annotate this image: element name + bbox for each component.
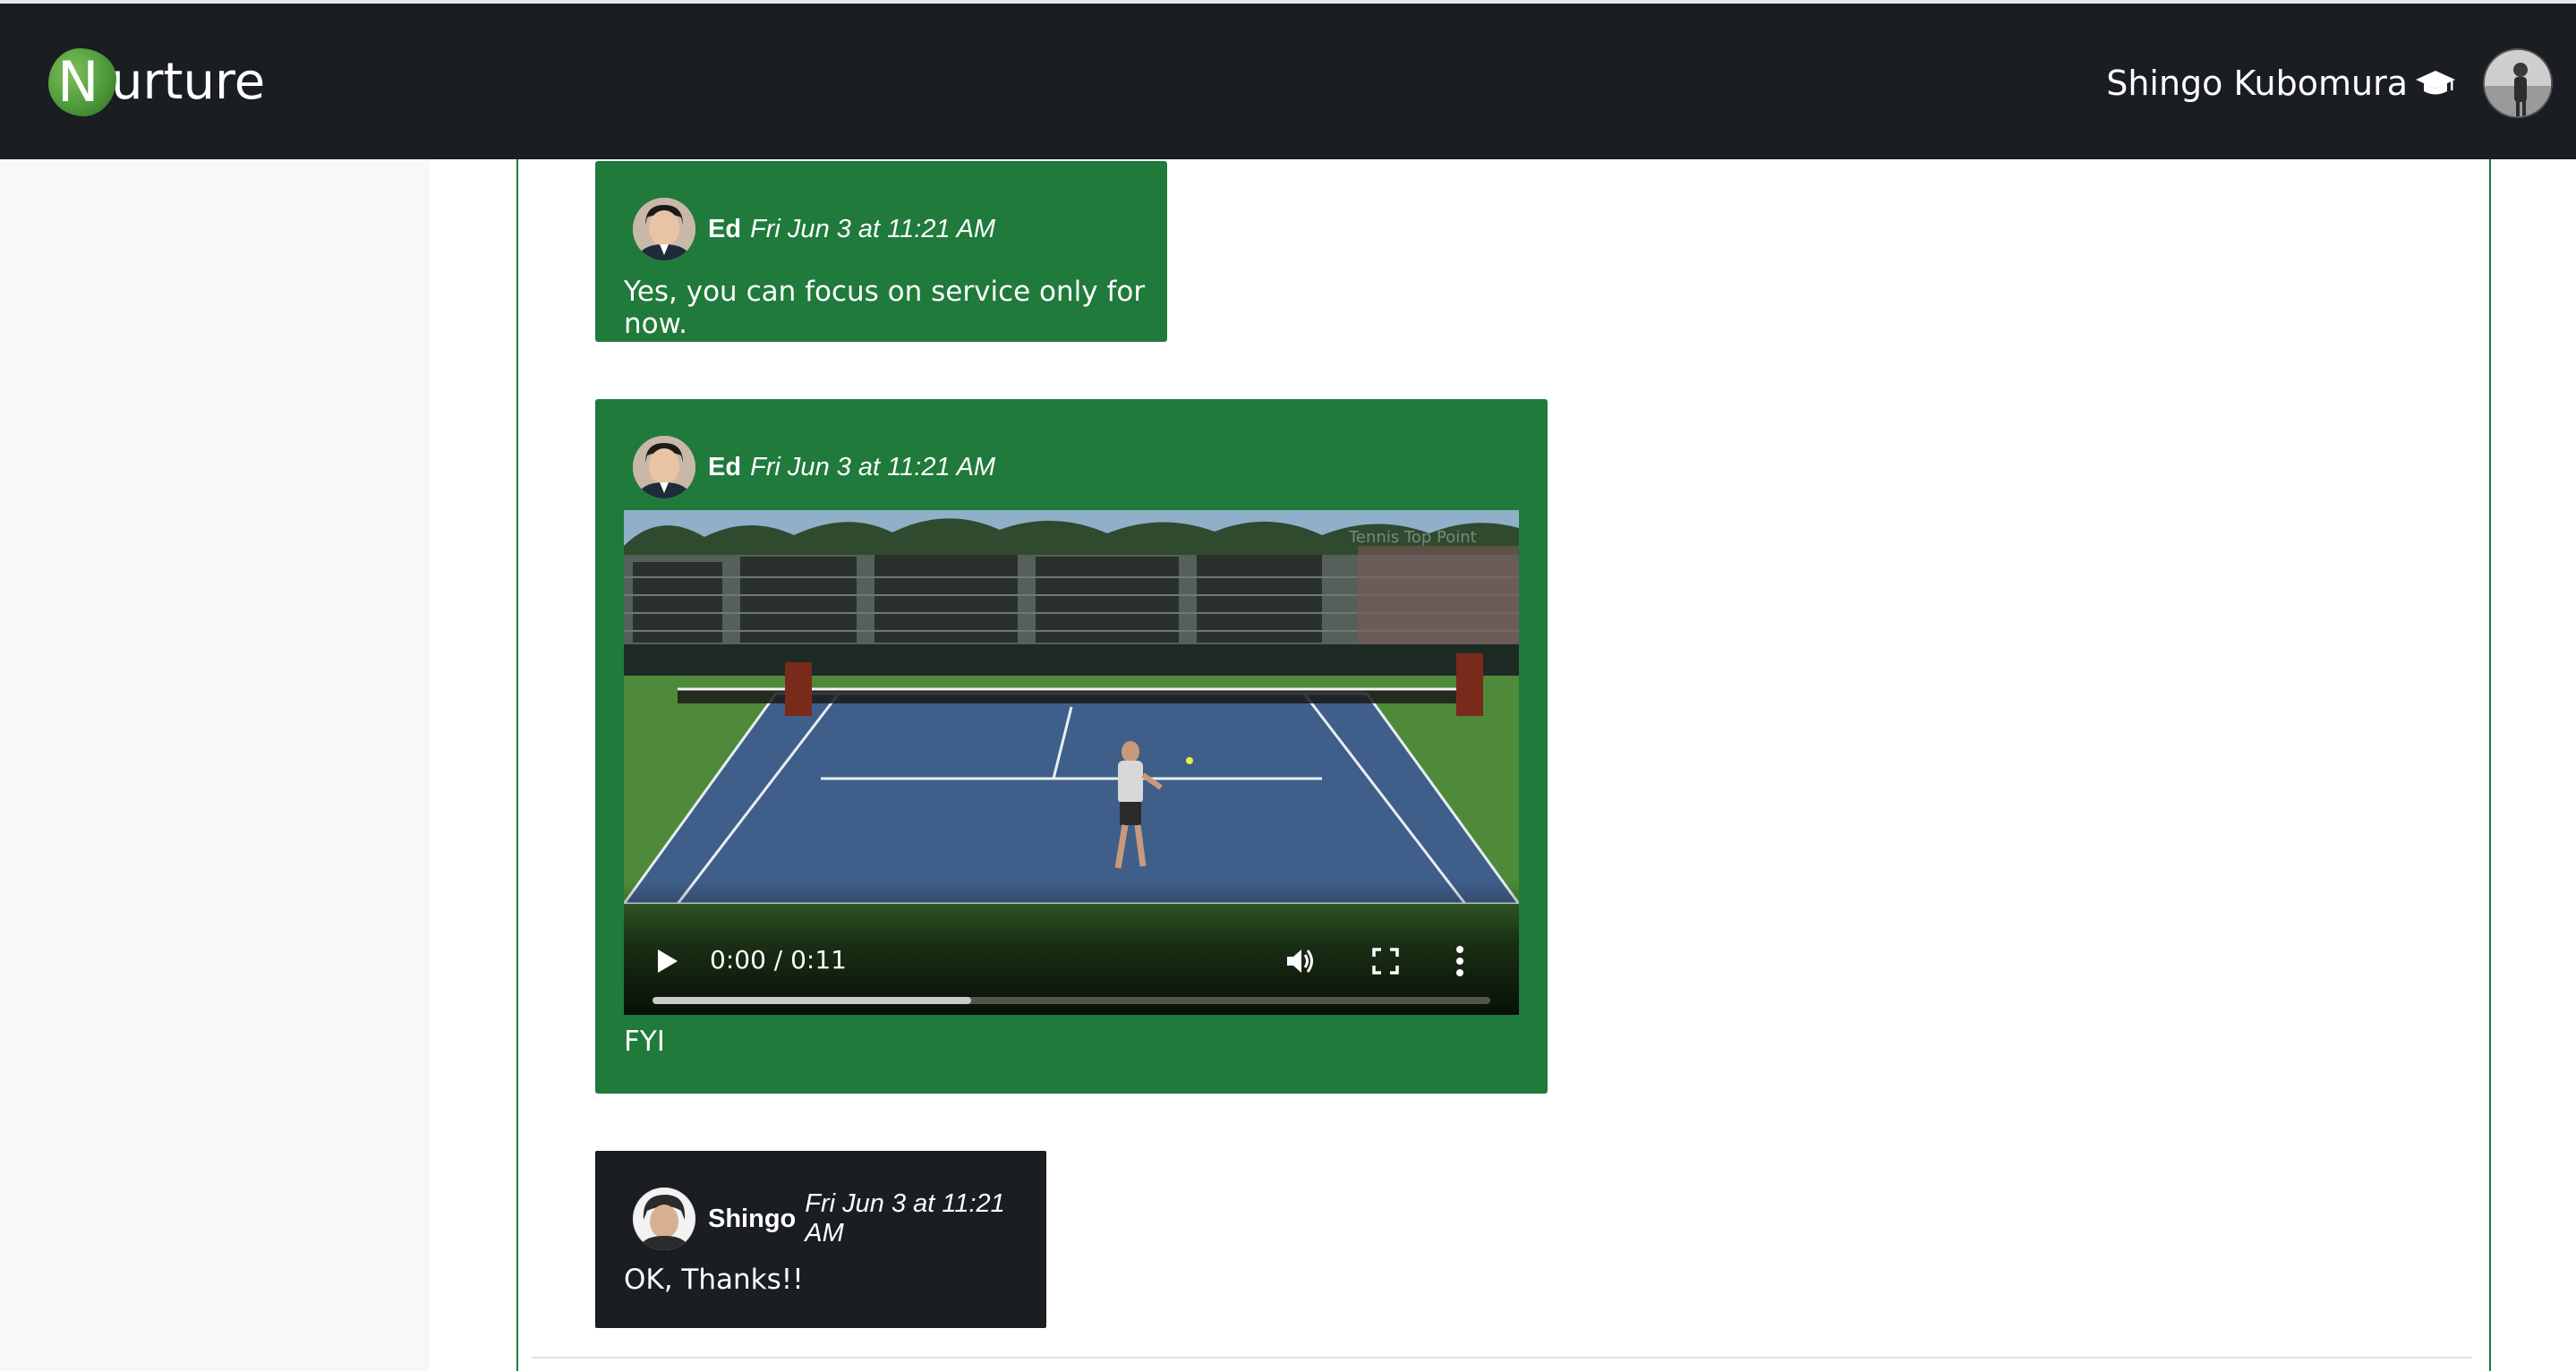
message-header: Shingo Fri Jun 3 at 11:21 AM: [633, 1187, 1046, 1251]
chat-message: Shingo Fri Jun 3 at 11:21 AM OK, Thanks!…: [595, 1151, 1046, 1328]
message-timestamp: Fri Jun 3 at 11:21 AM: [805, 1189, 1005, 1248]
author-avatar: [633, 198, 695, 260]
logo-mark: N: [48, 48, 116, 116]
top-navbar: N urture Shingo Kubomura: [0, 0, 2576, 159]
author-avatar: [633, 436, 695, 498]
video-player[interactable]: Tennis Top Point 0:00 / 0:11: [624, 510, 1519, 1015]
logo-text: urture: [111, 53, 266, 111]
volume-icon[interactable]: [1284, 945, 1317, 977]
message-author: Ed: [708, 452, 742, 481]
message-author: Shingo: [708, 1204, 797, 1233]
message-author: Ed: [708, 214, 742, 243]
more-options-icon[interactable]: [1454, 945, 1465, 977]
chat-message: Ed Fri Jun 3 at 11:21 AM Tennis Top Poin…: [595, 399, 1548, 1094]
message-header: Ed Fri Jun 3 at 11:21 AM: [633, 435, 995, 499]
message-header: Ed Fri Jun 3 at 11:21 AM: [633, 197, 995, 261]
left-sidebar: [0, 159, 430, 1371]
graduation-cap-icon: [2416, 71, 2455, 95]
video-controls: 0:00 / 0:11: [624, 881, 1519, 1015]
message-text: FYI: [624, 1026, 665, 1058]
message-text: OK, Thanks!!: [624, 1264, 804, 1296]
message-timestamp: Fri Jun 3 at 11:21 AM: [750, 452, 996, 481]
composer-divider: [532, 1357, 2472, 1358]
user-name[interactable]: Shingo Kubomura: [2106, 64, 2408, 103]
logo-initial: N: [57, 49, 99, 115]
chat-message: Ed Fri Jun 3 at 11:21 AM Yes, you can fo…: [595, 161, 1167, 342]
play-icon[interactable]: [656, 948, 679, 975]
user-avatar[interactable]: [2483, 48, 2553, 118]
svg-text:Tennis Top Point: Tennis Top Point: [1348, 528, 1477, 547]
fullscreen-icon[interactable]: [1371, 947, 1400, 975]
author-avatar: [633, 1188, 695, 1250]
video-time-display: 0:00 / 0:11: [710, 945, 847, 975]
message-text: Yes, you can focus on service only for n…: [624, 276, 1146, 340]
video-progress-bar[interactable]: [653, 997, 1490, 1004]
video-buffered-fill: [653, 997, 971, 1004]
nurture-logo[interactable]: N urture: [48, 48, 265, 116]
message-timestamp: Fri Jun 3 at 11:21 AM: [750, 214, 996, 243]
user-menu[interactable]: Shingo Kubomura: [2106, 43, 2553, 123]
